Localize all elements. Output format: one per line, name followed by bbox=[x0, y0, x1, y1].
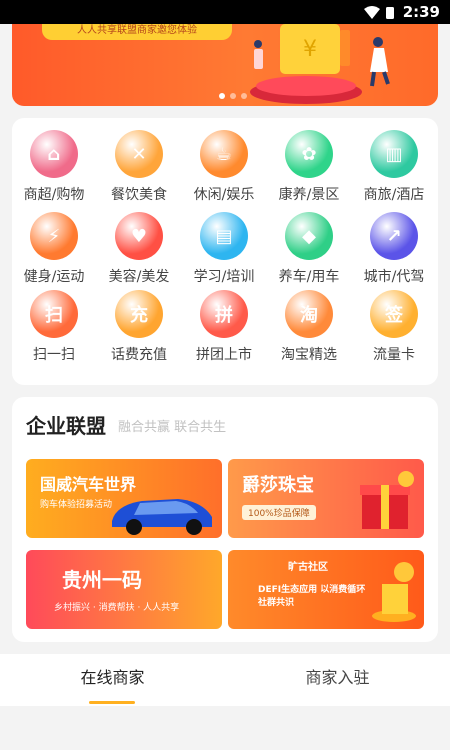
category-item[interactable]: ▤ 学习/培训 bbox=[184, 212, 264, 286]
cutlery-icon: ✕ bbox=[115, 130, 163, 178]
category-item[interactable]: 淘淘宝精选 bbox=[269, 290, 349, 364]
carousel-dot[interactable] bbox=[219, 93, 225, 99]
beauty-icon: ♥ bbox=[115, 212, 163, 260]
alliance-tile-guizhou[interactable]: 贵州一码 乡村振兴 · 消费帮扶 · 人人共享 bbox=[26, 550, 222, 629]
tile-title: 旷古社区 bbox=[288, 562, 328, 573]
wifi-signal-battery-icon bbox=[364, 6, 394, 19]
category-label: 康养/景区 bbox=[278, 187, 340, 203]
category-label: 商旅/酒店 bbox=[363, 187, 425, 203]
carousel-dot[interactable] bbox=[230, 93, 236, 99]
icon-symbol: ⚡ bbox=[47, 225, 61, 247]
category-item[interactable]: 扫扫一扫 bbox=[14, 290, 94, 364]
icon-symbol: ✕ bbox=[131, 143, 147, 165]
status-time: 2:39 bbox=[402, 3, 440, 21]
alliance-tile-car[interactable]: 国威汽车世界 购车体验招募活动 bbox=[26, 459, 222, 538]
taobao-icon: 淘 bbox=[285, 290, 333, 338]
category-grid: ⌂ 商超/购物 ✕ 餐饮美食 ☕ 休闲/娱乐 ✿ 康养/景区 ▥ 商旅/酒店 ⚡ 健身/运动 ♥ 美容/美… bbox=[12, 118, 438, 385]
category-label: 养车/用车 bbox=[278, 269, 340, 285]
category-item[interactable]: ↗ 城市/代驾 bbox=[354, 212, 434, 286]
merchant-tabs: 在线商家 商家入驻 bbox=[0, 654, 450, 706]
tile-subtitle: 乡村振兴 · 消费帮扶 · 人人共享 bbox=[54, 603, 180, 613]
category-item[interactable]: ◆ 养车/用车 bbox=[269, 212, 349, 286]
category-label: 餐饮美食 bbox=[111, 187, 167, 203]
icon-glyph: 扫 bbox=[45, 305, 63, 326]
icon-symbol: ↗ bbox=[386, 225, 402, 247]
category-item[interactable]: 签流量卡 bbox=[354, 290, 434, 364]
tile-subtitle: DEFI生态应用 以消费循环社群共识 bbox=[258, 585, 366, 608]
svg-text:¥: ¥ bbox=[303, 37, 317, 62]
chart-icon: ↗ bbox=[370, 212, 418, 260]
enterprise-alliance-section: 企业联盟 融合共赢 联合共生 国威汽车世界 购车体验招募活动 爵莎珠宝 100%… bbox=[12, 397, 438, 642]
category-item[interactable]: ⌂ 商超/购物 bbox=[14, 130, 94, 204]
category-item[interactable]: ⚡ 健身/运动 bbox=[14, 212, 94, 286]
icon-symbol: ⌂ bbox=[47, 143, 61, 165]
category-label: 流量卡 bbox=[373, 347, 415, 363]
icon-symbol: ▥ bbox=[385, 143, 403, 165]
coffee-icon: ☕ bbox=[200, 130, 248, 178]
carousel-dots[interactable] bbox=[219, 84, 252, 103]
scan-icon: 扫 bbox=[30, 290, 78, 338]
section-title: 企业联盟 bbox=[26, 414, 106, 438]
coin-stack-icon bbox=[372, 562, 416, 622]
category-label: 休闲/娱乐 bbox=[193, 187, 255, 203]
promo-banner[interactable]: 人人共享联盟商家邀您体验 ¥ bbox=[12, 24, 438, 106]
category-label: 扫一扫 bbox=[33, 347, 75, 363]
data-card-icon: 签 bbox=[370, 290, 418, 338]
shop-icon: ⌂ bbox=[30, 130, 78, 178]
palm-tree-icon: ✿ bbox=[285, 130, 333, 178]
alliance-tile-community[interactable]: 旷古社区 DEFI生态应用 以消费循环社群共识 bbox=[228, 550, 424, 629]
category-label: 话费充值 bbox=[111, 347, 167, 363]
alliance-tile-jewelry[interactable]: 爵莎珠宝 100%珍品保障 bbox=[228, 459, 424, 538]
icon-symbol: ▤ bbox=[215, 225, 233, 247]
banner-tagline: 人人共享联盟商家邀您体验 bbox=[42, 24, 232, 40]
tab-online-merchants[interactable]: 在线商家 bbox=[0, 654, 225, 706]
category-item[interactable]: ✿ 康养/景区 bbox=[269, 130, 349, 204]
icon-glyph: 拼 bbox=[215, 305, 233, 326]
status-icons bbox=[364, 5, 398, 24]
category-item[interactable]: ✕ 餐饮美食 bbox=[99, 130, 179, 204]
status-bar: 2:39 bbox=[0, 0, 450, 24]
category-label: 淘宝精选 bbox=[281, 347, 337, 363]
active-tab-indicator bbox=[89, 701, 135, 704]
category-item[interactable]: 充话费充值 bbox=[99, 290, 179, 364]
category-label: 拼团上市 bbox=[196, 347, 252, 363]
tab-merchant-join[interactable]: 商家入驻 bbox=[225, 654, 450, 706]
carousel-dot[interactable] bbox=[241, 93, 247, 99]
icon-glyph: 签 bbox=[385, 305, 403, 326]
gift-box-icon bbox=[360, 471, 414, 529]
alarm-clock-icon: 拼 bbox=[200, 290, 248, 338]
tile-subtitle: 100%珍品保障 bbox=[242, 505, 316, 520]
car-icon: ◆ bbox=[285, 212, 333, 260]
category-item[interactable]: ▥ 商旅/酒店 bbox=[354, 130, 434, 204]
icon-glyph: 充 bbox=[130, 305, 148, 326]
topup-icon: 充 bbox=[115, 290, 163, 338]
category-label: 城市/代驾 bbox=[363, 269, 425, 285]
icon-glyph: 淘 bbox=[300, 305, 318, 326]
icon-symbol: ☕ bbox=[215, 143, 233, 165]
category-label: 美容/美发 bbox=[108, 269, 170, 285]
category-label: 学习/培训 bbox=[193, 269, 255, 285]
section-subtitle: 融合共赢 联合共生 bbox=[118, 420, 227, 435]
wallet-illustration: ¥ bbox=[250, 24, 390, 104]
hotel-icon: ▥ bbox=[370, 130, 418, 178]
icon-symbol: ◆ bbox=[302, 225, 316, 247]
category-label: 商超/购物 bbox=[23, 187, 85, 203]
category-item[interactable]: 拼拼团上市 bbox=[184, 290, 264, 364]
tile-title: 贵州一码 bbox=[62, 568, 142, 592]
category-label: 健身/运动 bbox=[23, 269, 85, 285]
icon-symbol: ✿ bbox=[301, 143, 317, 165]
icon-symbol: ♥ bbox=[130, 225, 148, 247]
book-icon: ▤ bbox=[200, 212, 248, 260]
tile-title: 爵莎珠宝 bbox=[242, 475, 314, 496]
category-item[interactable]: ♥ 美容/美发 bbox=[99, 212, 179, 286]
car-icon bbox=[112, 499, 212, 535]
running-icon: ⚡ bbox=[30, 212, 78, 260]
tile-subtitle: 购车体验招募活动 bbox=[40, 500, 113, 510]
category-item[interactable]: ☕ 休闲/娱乐 bbox=[184, 130, 264, 204]
